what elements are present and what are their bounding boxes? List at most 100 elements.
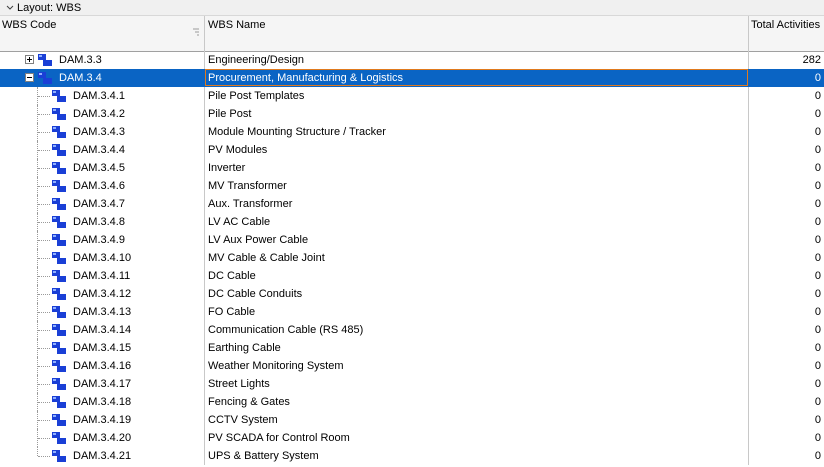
table-row[interactable]: DAM.3.4.20 PV SCADA for Control Room 0 [0,429,824,447]
table-row[interactable]: DAM.3.4.2 Pile Post 0 [0,105,824,123]
tree-connector [38,438,50,439]
tree-connector [38,96,50,97]
plus-box-icon[interactable] [25,55,34,64]
wbs-name-cell[interactable]: Procurement, Manufacturing & Logistics [208,69,403,87]
wbs-code-cell: DAM.3.4.11 [73,270,131,282]
total-activities-cell: 0 [814,252,821,264]
table-row[interactable]: DAM.3.4.14 Communication Cable (RS 485) 0 [0,321,824,339]
table-row[interactable]: DAM.3.4.7 Aux. Transformer 0 [0,195,824,213]
wbs-name-cell[interactable]: DC Cable [208,267,256,285]
wbs-name-cell[interactable]: Street Lights [208,375,270,393]
total-activities-cell: 0 [814,144,821,156]
wbs-name-cell[interactable]: UPS & Battery System [208,447,319,465]
wbs-node-icon [52,288,66,300]
column-header-total-activities[interactable]: Total Activities [749,16,824,51]
column-divider [748,321,749,339]
column-divider [748,429,749,447]
table-row[interactable]: DAM.3.4.1 Pile Post Templates 0 [0,87,824,105]
wbs-code-cell: DAM.3.4.9 [73,234,125,246]
wbs-name-cell[interactable]: Weather Monitoring System [208,357,344,375]
wbs-name-cell[interactable]: Inverter [208,159,245,177]
table-row[interactable]: DAM.3.4.13 FO Cable 0 [0,303,824,321]
wbs-code-cell: DAM.3.4.15 [73,342,132,354]
table-row[interactable]: DAM.3.4.9 LV Aux Power Cable 0 [0,231,824,249]
table-row[interactable]: DAM.3.4.17 Street Lights 0 [0,375,824,393]
layout-label: Layout: WBS [17,1,82,14]
column-divider [748,285,749,303]
wbs-name-cell[interactable]: MV Transformer [208,177,287,195]
chevron-down-icon[interactable] [6,4,14,12]
minus-box-icon[interactable] [25,73,34,82]
wbs-name-cell[interactable]: LV Aux Power Cable [208,231,308,249]
tree-connector [38,114,50,115]
total-activities-cell: 0 [814,90,821,102]
wbs-name-cell[interactable]: Module Mounting Structure / Tracker [208,123,386,141]
table-row[interactable]: DAM.3.4.11 DC Cable 0 [0,267,824,285]
wbs-node-icon [52,378,66,390]
wbs-code-cell: DAM.3.4.8 [73,216,125,228]
wbs-name-cell[interactable]: PV SCADA for Control Room [208,429,350,447]
wbs-node-icon [52,252,66,264]
table-row[interactable]: DAM.3.3 Engineering/Design 282 [0,51,824,69]
wbs-name-cell[interactable]: Engineering/Design [208,51,304,69]
column-header-wbs-name[interactable]: WBS Name [205,16,749,51]
column-divider [748,87,749,105]
table-row[interactable]: DAM.3.4.18 Fencing & Gates 0 [0,393,824,411]
column-divider [204,303,205,321]
column-divider [204,213,205,231]
total-activities-cell: 0 [814,378,821,390]
tree-connector [37,447,38,456]
wbs-node-icon [38,72,52,84]
layout-bar[interactable]: Layout: WBS [0,0,824,16]
table-row[interactable]: DAM.3.4.8 LV AC Cable 0 [0,213,824,231]
column-divider [204,195,205,213]
total-activities-cell: 0 [814,108,821,120]
wbs-name-cell[interactable]: LV AC Cable [208,213,270,231]
wbs-node-icon [52,396,66,408]
wbs-name-cell[interactable]: Pile Post Templates [208,87,304,105]
table-row[interactable]: DAM.3.4.6 MV Transformer 0 [0,177,824,195]
wbs-node-icon [52,342,66,354]
table-row[interactable]: DAM.3.4.4 PV Modules 0 [0,141,824,159]
wbs-name-cell[interactable]: Fencing & Gates [208,393,290,411]
table-row[interactable]: DAM.3.4.12 DC Cable Conduits 0 [0,285,824,303]
wbs-name-cell[interactable]: FO Cable [208,303,255,321]
column-divider [748,123,749,141]
wbs-name-cell[interactable]: Pile Post [208,105,251,123]
column-divider [748,213,749,231]
column-divider [204,231,205,249]
wbs-node-icon [52,216,66,228]
table-row[interactable]: DAM.3.4.5 Inverter 0 [0,159,824,177]
wbs-name-cell[interactable]: Communication Cable (RS 485) [208,321,363,339]
wbs-name-cell[interactable]: Earthing Cable [208,339,281,357]
wbs-name-cell[interactable]: DC Cable Conduits [208,285,302,303]
tree-connector [38,420,50,421]
wbs-code-cell: DAM.3.4.2 [73,108,125,120]
wbs-node-icon [52,270,66,282]
table-row[interactable]: DAM.3.4.19 CCTV System 0 [0,411,824,429]
wbs-code-cell: DAM.3.3 [59,54,102,66]
table-row[interactable]: DAM.3.4.15 Earthing Cable 0 [0,339,824,357]
column-divider [748,393,749,411]
wbs-name-cell[interactable]: CCTV System [208,411,278,429]
table-row[interactable]: DAM.3.4 Procurement, Manufacturing & Logi… [0,69,824,87]
column-divider [204,429,205,447]
total-activities-cell: 0 [814,450,821,462]
column-divider [204,339,205,357]
column-header-wbs-code-label: WBS Code [2,19,57,31]
wbs-code-cell: DAM.3.4.20 [73,432,132,444]
column-divider [204,447,205,465]
column-header-wbs-code[interactable]: WBS Code [0,16,205,51]
table-row[interactable]: DAM.3.4.3 Module Mounting Structure / Tra… [0,123,824,141]
wbs-node-icon [52,144,66,156]
wbs-node-icon [52,198,66,210]
table-row[interactable]: DAM.3.4.10 MV Cable & Cable Joint 0 [0,249,824,267]
table-row[interactable]: DAM.3.4.16 Weather Monitoring System 0 [0,357,824,375]
tree-connector [38,276,50,277]
table-row[interactable]: DAM.3.4.21 UPS & Battery System 0 [0,447,824,465]
wbs-name-cell[interactable]: PV Modules [208,141,267,159]
wbs-name-cell[interactable]: MV Cable & Cable Joint [208,249,325,267]
column-divider [204,375,205,393]
wbs-name-cell[interactable]: Aux. Transformer [208,195,292,213]
wbs-code-cell: DAM.3.4.21 [73,450,132,462]
